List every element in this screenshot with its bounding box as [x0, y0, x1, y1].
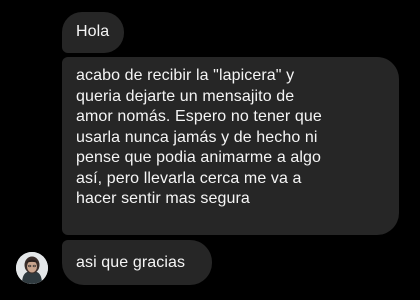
message-bubble[interactable]: Hola — [62, 12, 124, 53]
message-bubble[interactable]: asi que gracias — [62, 240, 212, 285]
sender-avatar[interactable] — [16, 252, 48, 284]
user-avatar-icon — [16, 252, 48, 284]
message-bubble[interactable]: acabo de recibir la "lapicera" y queria … — [62, 57, 399, 235]
message-thread: Hola acabo de recibir la "lapicera" y qu… — [0, 0, 420, 300]
